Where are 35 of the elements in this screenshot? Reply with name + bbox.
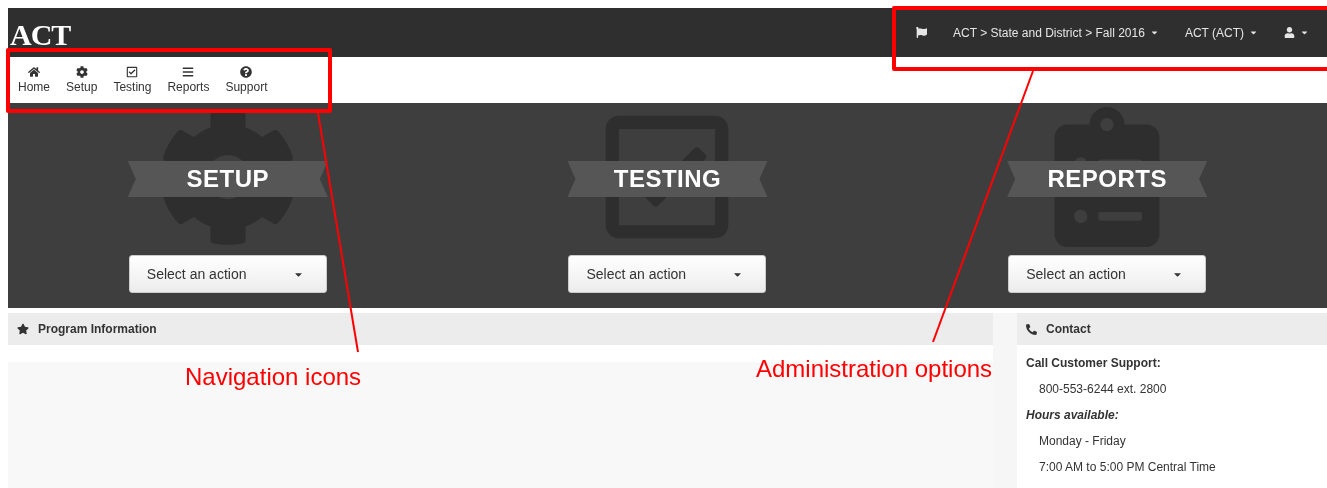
logo: ACT bbox=[10, 17, 71, 52]
callout-label: Administration options bbox=[756, 355, 993, 383]
action-select[interactable]: Select an action bbox=[568, 255, 767, 293]
section-title: REPORTS bbox=[1047, 165, 1167, 193]
action-select[interactable]: Select an action bbox=[128, 255, 327, 293]
callout-label: Navigation icons bbox=[185, 363, 362, 391]
phone-icon bbox=[1026, 323, 1037, 335]
dropdown-menu[interactable]: ACT (ACT) bbox=[1184, 25, 1258, 40]
nav-item[interactable]: Support bbox=[217, 66, 276, 94]
dropdown-menu[interactable]: ACT > State and District > Fall 2016 bbox=[953, 25, 1159, 40]
contact-text: Hours available: bbox=[1026, 408, 1120, 423]
user-menu[interactable] bbox=[1284, 27, 1309, 38]
contact-text: Call Customer Support: bbox=[1026, 356, 1162, 371]
nav-item[interactable]: Home bbox=[10, 66, 58, 94]
list-icon bbox=[182, 66, 195, 78]
contact-text: 800-553-6244 ext. 2800 bbox=[1038, 382, 1168, 397]
home-icon bbox=[28, 66, 40, 78]
contact-text: 7:00 AM to 5:00 PM Central Time bbox=[1038, 460, 1217, 475]
action-select[interactable]: Select an action bbox=[1008, 255, 1207, 293]
caret-icon bbox=[1149, 28, 1159, 37]
user-icon bbox=[1284, 27, 1295, 38]
checkbox-icon bbox=[126, 66, 139, 78]
section-title: TESTING bbox=[613, 165, 722, 193]
section-title: SETUP bbox=[186, 165, 270, 193]
panel-title: Program Information bbox=[38, 322, 157, 336]
caret-icon bbox=[1300, 28, 1309, 37]
star-icon bbox=[17, 323, 29, 335]
nav-item[interactable]: Testing bbox=[105, 66, 160, 94]
panel-title: Contact bbox=[1046, 322, 1091, 336]
flag-icon[interactable] bbox=[916, 27, 927, 38]
nav-item[interactable]: Setup bbox=[58, 66, 106, 94]
nav-item[interactable]: Reports bbox=[159, 66, 218, 94]
contact-text: Monday - Friday bbox=[1038, 434, 1127, 449]
gear-icon bbox=[75, 66, 88, 78]
caret-icon bbox=[1249, 28, 1258, 37]
